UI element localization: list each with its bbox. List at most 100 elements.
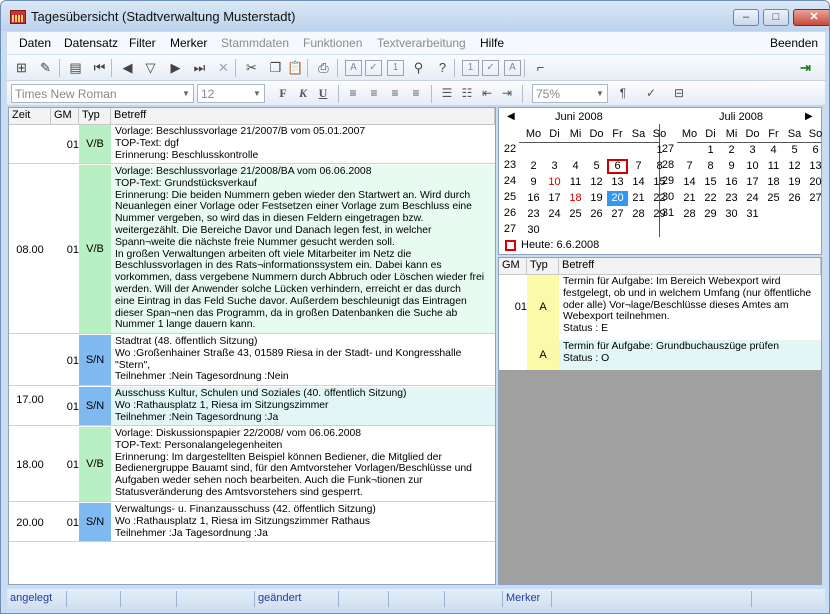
col-typ-header[interactable]: Typ <box>79 108 111 125</box>
calendar-day[interactable]: 9 <box>721 159 742 174</box>
indent-increase-icon[interactable]: ⇥ <box>499 85 515 101</box>
calendar-day[interactable]: 14 <box>679 175 700 190</box>
menu-datensatz[interactable]: Datensatz <box>64 36 118 50</box>
prev-month-button[interactable]: ◀ <box>507 111 515 122</box>
paragraph-marks-icon[interactable]: ¶ <box>615 85 631 101</box>
calendar-day[interactable]: 2 <box>721 143 742 158</box>
calendar-day[interactable]: 23 <box>523 207 544 222</box>
calendar-day[interactable]: 13 <box>805 159 826 174</box>
calendar-day[interactable]: 7 <box>628 159 649 174</box>
calendar-day[interactable]: 1 <box>700 143 721 158</box>
menu-stammdaten[interactable]: Stammdaten <box>221 36 289 50</box>
table-row[interactable]: 01 A Termin für Aufgabe: Im Bereich Webexp… <box>499 275 821 340</box>
calendar-day[interactable]: 14 <box>628 175 649 190</box>
field-check-icon[interactable]: ✓ <box>365 60 382 76</box>
calendar-day[interactable]: 16 <box>523 191 544 206</box>
col-betreff-header[interactable]: Betreff <box>111 108 495 125</box>
align-justify-icon[interactable]: ≡ <box>408 85 424 101</box>
print-icon[interactable]: ⎙ <box>315 60 332 76</box>
calendar-day[interactable]: 26 <box>586 207 607 222</box>
table-row[interactable]: A Termin für Aufgabe: Grundbuchauszüge pr… <box>499 340 821 370</box>
spellcheck-icon[interactable]: ✓ <box>643 85 659 101</box>
calendar-day[interactable]: 30 <box>721 207 742 222</box>
calendar-day[interactable]: 12 <box>784 159 805 174</box>
menu-funktionen[interactable]: Funktionen <box>303 36 362 50</box>
calendar-day[interactable]: 6 <box>607 159 628 174</box>
calendar-day[interactable]: 3 <box>544 159 565 174</box>
italic-button[interactable]: K <box>295 85 311 101</box>
calendar-day[interactable]: 20 <box>805 175 826 190</box>
calendar-day[interactable]: 11 <box>565 175 586 190</box>
menu-filter[interactable]: Filter <box>129 36 156 50</box>
copy-icon[interactable]: ❐ <box>267 60 284 76</box>
bullet-list-icon[interactable]: ☰ <box>439 85 455 101</box>
calendar-day[interactable]: 17 <box>742 175 763 190</box>
bold-button[interactable]: F <box>275 85 291 101</box>
minimize-button[interactable]: – <box>733 9 759 26</box>
table-row[interactable]: 01 S/N Ausschuss Kultur, Schulen und Sozia… <box>9 387 495 426</box>
search-binoculars-icon[interactable]: ⚲ <box>410 60 427 76</box>
calendar-day[interactable]: 25 <box>763 191 784 206</box>
col-gm-header[interactable]: GM <box>51 108 79 125</box>
calendar-day[interactable]: 10 <box>544 175 565 190</box>
calendar-day[interactable]: 29 <box>700 207 721 222</box>
next-record-icon[interactable]: ▶ <box>167 60 184 76</box>
first-record-icon[interactable]: ⏮ <box>91 60 108 76</box>
exit-door-icon[interactable]: ⇥ <box>797 60 814 76</box>
close-button[interactable]: ✕ <box>793 9 829 26</box>
today-marker-icon[interactable] <box>505 240 516 251</box>
menu-textverarbeitung[interactable]: Textverarbeitung <box>377 36 466 50</box>
paste-icon[interactable]: 📋 <box>287 60 304 76</box>
text-check-icon[interactable]: ✓ <box>482 60 499 76</box>
calendar-day[interactable]: 23 <box>721 191 742 206</box>
indent-decrease-icon[interactable]: ⇤ <box>479 85 495 101</box>
filter-record-icon[interactable]: ▽ <box>142 60 159 76</box>
field-a-icon[interactable]: A <box>345 60 362 76</box>
menu-beenden[interactable]: Beenden <box>770 36 818 50</box>
table-row[interactable]: 01 V/B Vorlage: Beschlussvorlage 21/2007/B… <box>9 125 495 164</box>
calendar-day[interactable]: 7 <box>679 159 700 174</box>
table-row[interactable]: 08.00 01 V/B Vorlage: Beschlussvorlage 21/2… <box>9 165 495 334</box>
calendar-day[interactable]: 27 <box>805 191 826 206</box>
save-icon[interactable]: ▤ <box>67 60 84 76</box>
calendar-day[interactable]: 24 <box>544 207 565 222</box>
font-size-select[interactable]: 12 ▼ <box>197 84 265 103</box>
prev-record-icon[interactable]: ◀ <box>119 60 136 76</box>
calendar-day[interactable]: 18 <box>565 191 586 206</box>
text-a-icon[interactable]: A <box>504 60 521 76</box>
table-row[interactable]: 20.00 01 S/N Verwaltungs- u. Finanzausschus… <box>9 503 495 542</box>
calendar-day[interactable]: 19 <box>784 175 805 190</box>
calendar-day[interactable]: 3 <box>742 143 763 158</box>
calendar-day[interactable]: 28 <box>679 207 700 222</box>
calendar-day[interactable]: 9 <box>523 175 544 190</box>
align-center-icon[interactable]: ≡ <box>366 85 382 101</box>
align-right-icon[interactable]: ≡ <box>387 85 403 101</box>
calendar-day[interactable]: 8 <box>700 159 721 174</box>
today-label[interactable]: Heute: 6.6.2008 <box>521 239 599 251</box>
cut-icon[interactable]: ✂ <box>243 60 260 76</box>
calendar-day[interactable]: 28 <box>628 207 649 222</box>
calendar-day[interactable]: 20 <box>607 191 628 206</box>
last-record-icon[interactable]: ⏭ <box>191 60 208 76</box>
calendar-day[interactable]: 13 <box>607 175 628 190</box>
calendar-day[interactable]: 22 <box>700 191 721 206</box>
calendar-day[interactable]: 21 <box>679 191 700 206</box>
menu-hilfe[interactable]: Hilfe <box>480 36 504 50</box>
menu-merker[interactable]: Merker <box>170 36 207 50</box>
calendar-day[interactable]: 17 <box>544 191 565 206</box>
help-icon[interactable]: ? <box>434 60 451 76</box>
calendar-day[interactable]: 19 <box>586 191 607 206</box>
calendar-day[interactable]: 5 <box>586 159 607 174</box>
edit-icon[interactable]: ✎ <box>37 60 54 76</box>
calendar-day[interactable]: 6 <box>805 143 826 158</box>
numbered-list-icon[interactable]: ☷ <box>459 85 475 101</box>
col-typ-header[interactable]: Typ <box>527 258 559 275</box>
text-1-icon[interactable]: 1 <box>462 60 479 76</box>
calendar-day[interactable]: 21 <box>628 191 649 206</box>
calendar-day[interactable]: 24 <box>742 191 763 206</box>
calendar-day[interactable]: 5 <box>784 143 805 158</box>
menu-daten[interactable]: Daten <box>19 36 51 50</box>
zoom-select[interactable]: 75% ▼ <box>532 84 608 103</box>
calendar-day[interactable]: 25 <box>565 207 586 222</box>
font-select[interactable]: Times New Roman ▼ <box>11 84 194 103</box>
